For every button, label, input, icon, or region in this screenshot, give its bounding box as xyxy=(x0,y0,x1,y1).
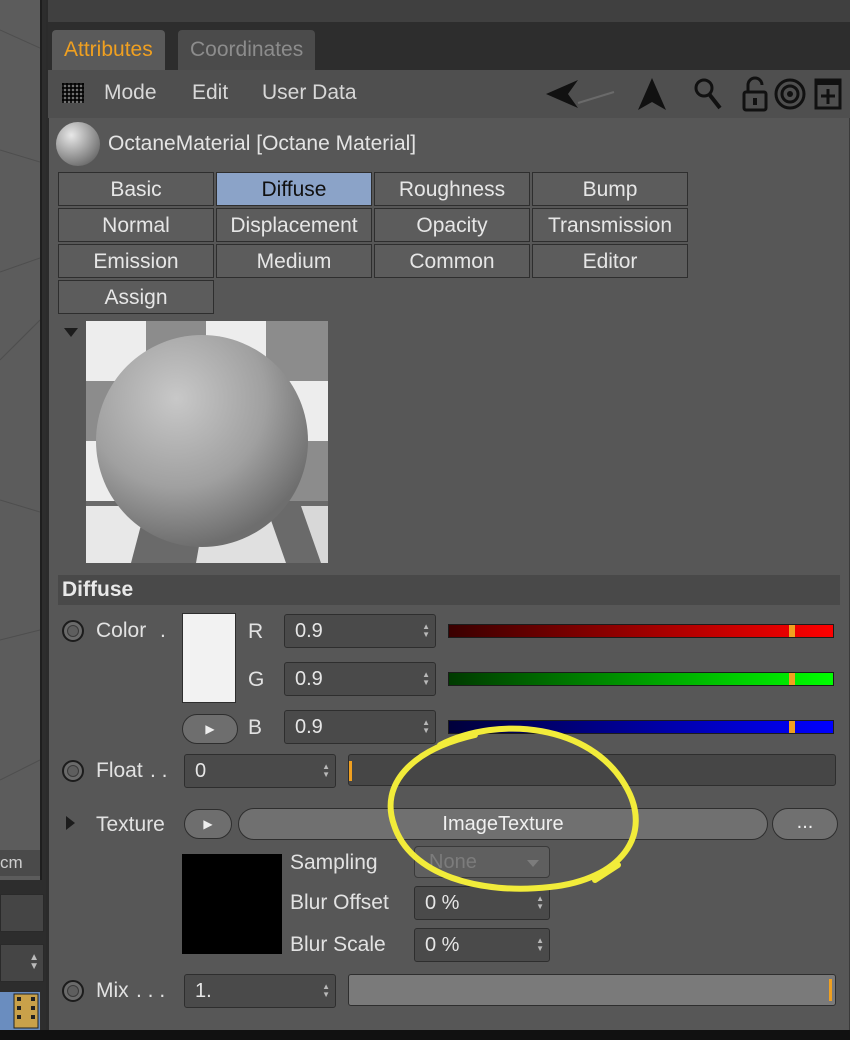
r-slider-knob[interactable] xyxy=(789,625,795,637)
subtab-displacement[interactable]: Displacement xyxy=(216,208,372,242)
left-field[interactable] xyxy=(0,894,44,932)
panel-top-strip xyxy=(48,0,850,22)
material-title: OctaneMaterial [Octane Material] xyxy=(108,132,417,155)
r-value: 0.9 xyxy=(295,620,323,642)
g-label: G xyxy=(248,668,265,691)
mix-anim-radio[interactable] xyxy=(62,980,84,1002)
viewport-grid xyxy=(0,29,40,781)
blur-scale-spinner-icon[interactable]: ▲ ▼ xyxy=(536,937,544,953)
search-icon[interactable] xyxy=(690,76,726,112)
subtab-assign[interactable]: Assign xyxy=(58,280,214,314)
left-spinner-field[interactable]: ▲ ▼ xyxy=(0,944,44,982)
material-thumbnail xyxy=(56,122,100,166)
color-swatch[interactable] xyxy=(182,613,236,703)
float-anim-radio[interactable] xyxy=(62,760,84,782)
r-slider[interactable] xyxy=(448,624,834,638)
g-value-field[interactable]: 0.9 ▲ ▼ xyxy=(284,662,436,696)
texture-expand-button[interactable]: ▶ xyxy=(184,809,232,839)
color-anim-radio[interactable] xyxy=(62,620,84,642)
subtab-basic[interactable]: Basic xyxy=(58,172,214,206)
subtab-diffuse[interactable]: Diffuse xyxy=(216,172,372,206)
subtab-roughness[interactable]: Roughness xyxy=(374,172,530,206)
subtab-emission[interactable]: Emission xyxy=(58,244,214,278)
viewport-unit-label: cm xyxy=(0,850,40,876)
texture-more-button[interactable]: ... xyxy=(772,808,838,840)
mix-spinner-icon[interactable]: ▲ ▼ xyxy=(322,983,330,999)
float-label-dots: . . xyxy=(150,759,168,782)
subtab-common[interactable]: Common xyxy=(374,244,530,278)
float-value-field[interactable]: 0 ▲ ▼ xyxy=(184,754,336,788)
bottom-border xyxy=(0,1030,850,1040)
blur-offset-label: Blur Offset xyxy=(290,891,389,914)
mix-value: 1. xyxy=(195,980,212,1002)
grid-icon[interactable] xyxy=(62,83,84,103)
b-slider-knob[interactable] xyxy=(789,721,795,733)
menu-edit[interactable]: Edit xyxy=(192,81,228,105)
mix-slider-knob[interactable] xyxy=(829,979,832,1001)
b-value: 0.9 xyxy=(295,716,323,738)
color-label: Color xyxy=(96,619,147,642)
mix-label: Mix xyxy=(96,979,129,1002)
menu-bar xyxy=(48,70,850,118)
blur-scale-field[interactable]: 0 % ▲ ▼ xyxy=(414,928,550,962)
blur-scale-value: 0 % xyxy=(425,934,460,956)
blur-scale-label: Blur Scale xyxy=(290,933,386,956)
mix-slider[interactable] xyxy=(348,974,836,1006)
viewport[interactable] xyxy=(0,0,42,880)
g-value: 0.9 xyxy=(295,668,323,690)
subtab-editor[interactable]: Editor xyxy=(532,244,688,278)
sampling-label: Sampling xyxy=(290,851,378,874)
up-arrow-icon[interactable] xyxy=(634,76,670,112)
color-label-dots: . xyxy=(160,619,166,642)
diffuse-section-bar xyxy=(58,575,840,605)
material-preview xyxy=(86,321,328,563)
menu-mode[interactable]: Mode xyxy=(104,81,157,105)
subtab-bump[interactable]: Bump xyxy=(532,172,688,206)
float-value: 0 xyxy=(195,760,207,782)
r-value-field[interactable]: 0.9 ▲ ▼ xyxy=(284,614,436,648)
mix-value-field[interactable]: 1. ▲ ▼ xyxy=(184,974,336,1008)
lock-icon[interactable] xyxy=(738,76,774,112)
color-expand-button[interactable]: ▶ xyxy=(182,714,238,744)
float-slider-knob[interactable] xyxy=(349,761,352,781)
g-spinner-icon[interactable]: ▲ ▼ xyxy=(422,671,430,687)
subtab-medium[interactable]: Medium xyxy=(216,244,372,278)
new-panel-icon[interactable] xyxy=(812,76,844,112)
r-spinner-icon[interactable]: ▲ ▼ xyxy=(422,623,430,639)
subtab-normal[interactable]: Normal xyxy=(58,208,214,242)
tab-attributes[interactable]: Attributes xyxy=(52,30,165,70)
texture-expand-triangle-icon[interactable] xyxy=(66,816,75,830)
b-label: B xyxy=(248,716,263,739)
tab-coordinates[interactable]: Coordinates xyxy=(178,30,316,70)
highlight-circle-annotation xyxy=(380,715,660,905)
mix-label-dots: . . . xyxy=(136,979,166,1002)
film-strip-icon[interactable] xyxy=(0,992,40,1030)
r-label: R xyxy=(248,620,264,643)
subtab-opacity[interactable]: Opacity xyxy=(374,208,530,242)
tab-strip xyxy=(48,22,850,70)
g-slider-knob[interactable] xyxy=(789,673,795,685)
spinner-arrows-icon[interactable]: ▲ ▼ xyxy=(29,953,39,972)
float-spinner-icon[interactable]: ▲ ▼ xyxy=(322,763,330,779)
texture-label: Texture xyxy=(96,813,165,836)
g-slider[interactable] xyxy=(448,672,834,686)
subtab-transmission[interactable]: Transmission xyxy=(532,208,688,242)
collapse-triangle-icon[interactable] xyxy=(64,328,78,337)
menu-user-data[interactable]: User Data xyxy=(262,81,357,105)
back-arrow-icon[interactable] xyxy=(542,76,620,112)
float-label: Float xyxy=(96,759,143,782)
texture-preview xyxy=(182,854,282,954)
target-icon[interactable] xyxy=(772,76,808,112)
diffuse-heading: Diffuse xyxy=(62,578,134,601)
